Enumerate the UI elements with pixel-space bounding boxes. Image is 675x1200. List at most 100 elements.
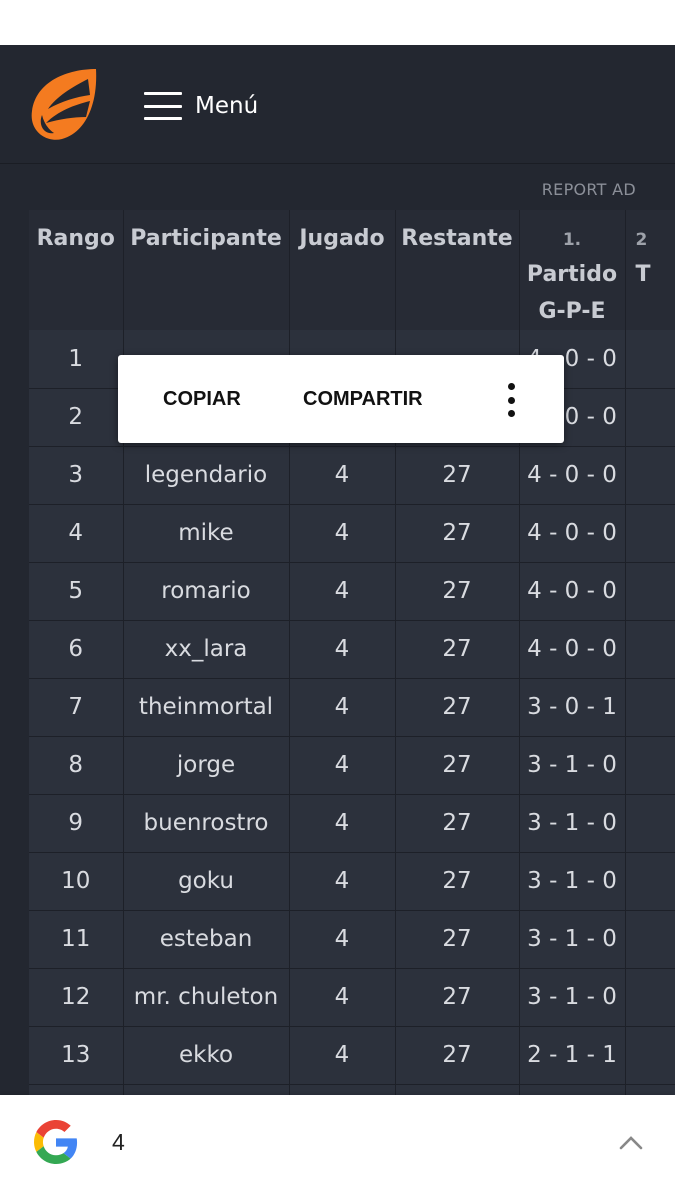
cell-remaining: 27	[395, 910, 520, 969]
table-row[interactable]: 13 ekko 4 27 2 - 1 - 1	[29, 1026, 675, 1085]
cell-played	[289, 1084, 396, 1095]
cell-participant	[123, 1084, 290, 1095]
table-row[interactable]	[29, 1084, 675, 1095]
cell-participant: mike	[123, 504, 290, 563]
cell-played: 4	[289, 562, 396, 621]
cell-participant: esteban	[123, 910, 290, 969]
column-header-restante[interactable]: Restante	[395, 210, 520, 330]
column-label: T	[635, 262, 651, 287]
cell-remaining: 27	[395, 620, 520, 679]
cell-rank: 2	[29, 388, 124, 447]
cell-played: 4	[289, 852, 396, 911]
cell-rank: 8	[29, 736, 124, 795]
share-button[interactable]: COMPARTIR	[303, 355, 423, 443]
cell-partido-2	[625, 620, 675, 679]
table-row[interactable]: 12 mr. chuleton 4 27 3 - 1 - 0	[29, 968, 675, 1027]
cell-rank: 4	[29, 504, 124, 563]
search-query-text: 4	[112, 1129, 125, 1155]
table-row[interactable]: 10 goku 4 27 3 - 1 - 0	[29, 852, 675, 911]
site-header: Menú	[0, 45, 675, 164]
cell-rank: 3	[29, 446, 124, 505]
hamburger-menu-icon	[144, 92, 182, 120]
cell-participant: romario	[123, 562, 290, 621]
google-g-icon	[34, 1120, 78, 1164]
cell-partido-1: 4 - 0 - 0	[519, 620, 626, 679]
cell-partido-1: 3 - 1 - 0	[519, 968, 626, 1027]
cell-rank	[29, 1084, 124, 1095]
cell-partido-1: 4 - 0 - 0	[519, 446, 626, 505]
cell-partido-1: 3 - 1 - 0	[519, 852, 626, 911]
cell-rank: 12	[29, 968, 124, 1027]
cell-partido-2	[625, 968, 675, 1027]
cell-played: 4	[289, 794, 396, 853]
table-row[interactable]: 6 xx_lara 4 27 4 - 0 - 0	[29, 620, 675, 679]
column-header-partido-1[interactable]: 1. Partido G-P-E	[519, 210, 626, 330]
cell-played: 4	[289, 446, 396, 505]
table-row[interactable]: 7 theinmortal 4 27 3 - 0 - 1	[29, 678, 675, 737]
cell-remaining	[395, 1084, 520, 1095]
cell-participant: xx_lara	[123, 620, 290, 679]
column-header-jugado[interactable]: Jugado	[289, 210, 396, 330]
cell-participant: jorge	[123, 736, 290, 795]
cell-participant: theinmortal	[123, 678, 290, 737]
column-number: 1.	[562, 230, 582, 250]
standings-table-container[interactable]: Rango Participante Jugado Restante 1. Pa…	[29, 210, 675, 1095]
cell-partido-1: 4 - 0 - 0	[519, 562, 626, 621]
cell-remaining: 27	[395, 1026, 520, 1085]
cell-partido-2	[625, 562, 675, 621]
table-header-row: Rango Participante Jugado Restante 1. Pa…	[29, 210, 675, 330]
standings-table: Rango Participante Jugado Restante 1. Pa…	[29, 210, 675, 1095]
cell-rank: 6	[29, 620, 124, 679]
cell-participant: ekko	[123, 1026, 290, 1085]
text-selection-menu: COPIAR COMPARTIR	[118, 355, 564, 443]
cell-partido-1: 3 - 1 - 0	[519, 736, 626, 795]
web-page: Menú REPORT AD Rango Participante Jugado…	[0, 45, 675, 1095]
cell-played: 4	[289, 1026, 396, 1085]
menu-label: Menú	[195, 93, 259, 119]
column-label: Partido G-P-E	[526, 262, 618, 324]
table-row[interactable]: 4 mike 4 27 4 - 0 - 0	[29, 504, 675, 563]
copy-button[interactable]: COPIAR	[163, 355, 241, 443]
cell-partido-2	[625, 736, 675, 795]
cell-partido-2	[625, 852, 675, 911]
cell-participant: buenrostro	[123, 794, 290, 853]
cell-partido-1: 2 - 1 - 1	[519, 1026, 626, 1085]
cell-remaining: 27	[395, 446, 520, 505]
cell-remaining: 27	[395, 562, 520, 621]
column-header-partido-2[interactable]: 2 T	[625, 210, 675, 330]
google-search-bar[interactable]: 4	[0, 1095, 675, 1200]
orange-flame-logo-icon[interactable]	[28, 67, 100, 143]
more-vert-icon[interactable]	[503, 383, 519, 417]
cell-participant: mr. chuleton	[123, 968, 290, 1027]
cell-partido-2	[625, 330, 675, 389]
cell-partido-2	[625, 446, 675, 505]
cell-partido-2	[625, 910, 675, 969]
cell-partido-2	[625, 794, 675, 853]
cell-played: 4	[289, 736, 396, 795]
report-ad-link[interactable]: REPORT AD	[542, 180, 636, 199]
cell-partido-1: 3 - 1 - 0	[519, 910, 626, 969]
cell-participant: goku	[123, 852, 290, 911]
table-row[interactable]: 5 romario 4 27 4 - 0 - 0	[29, 562, 675, 621]
column-header-rango[interactable]: Rango	[29, 210, 124, 330]
cell-partido-2	[625, 504, 675, 563]
table-row[interactable]: 3 legendario 4 27 4 - 0 - 0	[29, 446, 675, 505]
cell-partido-1: 4 - 0 - 0	[519, 504, 626, 563]
table-row[interactable]: 11 esteban 4 27 3 - 1 - 0	[29, 910, 675, 969]
cell-rank: 7	[29, 678, 124, 737]
cell-partido-2	[625, 1084, 675, 1095]
cell-played: 4	[289, 504, 396, 563]
cell-rank: 13	[29, 1026, 124, 1085]
cell-partido-2	[625, 1026, 675, 1085]
chevron-up-icon[interactable]	[618, 1133, 644, 1151]
table-row[interactable]: 8 jorge 4 27 3 - 1 - 0	[29, 736, 675, 795]
column-number: 2	[635, 230, 648, 250]
menu-button[interactable]: Menú	[144, 89, 258, 123]
cell-remaining: 27	[395, 736, 520, 795]
cell-partido-1: 3 - 1 - 0	[519, 794, 626, 853]
table-row[interactable]: 9 buenrostro 4 27 3 - 1 - 0	[29, 794, 675, 853]
cell-partido-2	[625, 678, 675, 737]
cell-remaining: 27	[395, 678, 520, 737]
column-header-participante[interactable]: Participante	[123, 210, 290, 330]
cell-participant: legendario	[123, 446, 290, 505]
